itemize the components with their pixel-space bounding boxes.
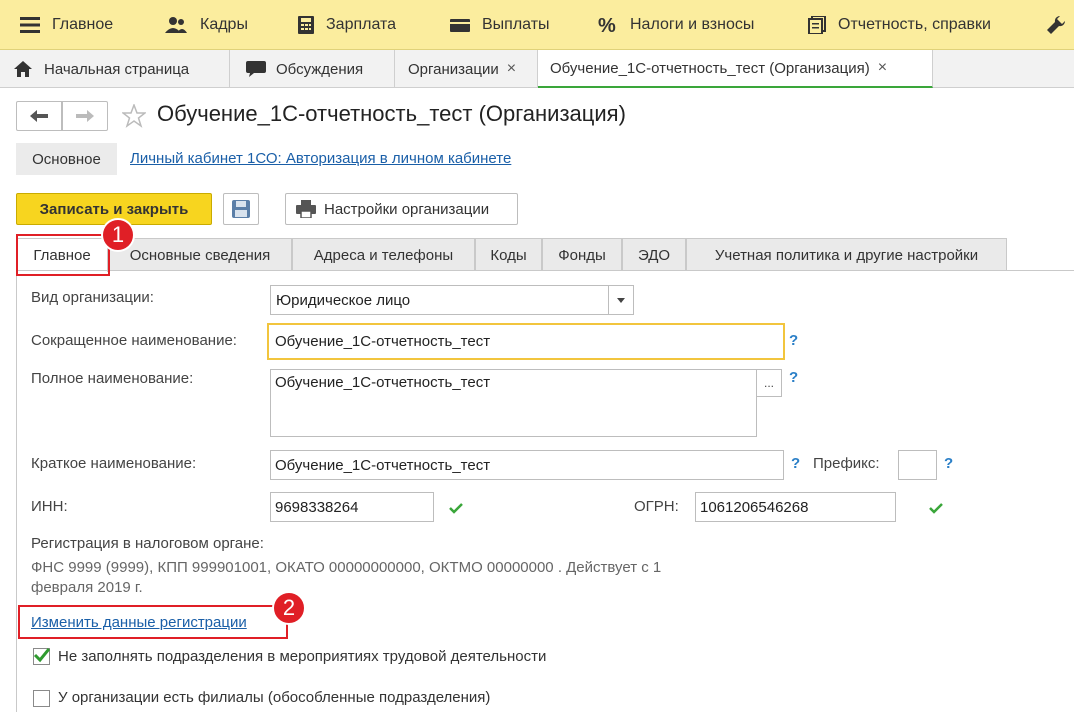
main-menu-bar: Главное Кадры Зарплата Выплаты % Налоги …: [0, 0, 1074, 50]
tab-accounting-policy[interactable]: Учетная политика и другие настройки: [686, 238, 1007, 271]
org-type-label: Вид организации:: [31, 289, 154, 306]
prefix-label: Префикс:: [813, 455, 880, 472]
brief-name-value: Обучение_1С-отчетность_тест: [275, 456, 491, 474]
chat-icon: [246, 61, 266, 77]
menu-item-label: Главное: [52, 16, 114, 33]
valid-check-icon: [929, 503, 943, 514]
prefix-input[interactable]: [898, 450, 937, 480]
tab-discussions[interactable]: Обсуждения: [230, 50, 395, 88]
menu-item-salary[interactable]: Зарплата: [298, 0, 396, 50]
floppy-disk-icon: [232, 200, 250, 218]
tab-label: Обсуждения: [276, 60, 364, 78]
home-icon: [14, 61, 32, 77]
checkbox-has-branches[interactable]: [33, 690, 50, 707]
short-name-label: Сокращенное наименование:: [31, 332, 237, 349]
reports-icon: [808, 16, 826, 34]
menu-item-reports[interactable]: Отчетность, справки: [808, 0, 991, 50]
registration-details: ФНС 9999 (9999), КПП 999901001, ОКАТО 00…: [31, 558, 761, 598]
arrow-right-icon: [76, 110, 94, 122]
printer-icon: [296, 200, 316, 218]
full-name-textarea[interactable]: Обучение_1С-отчетность_тест: [270, 369, 757, 437]
checkbox-label: Не заполнять подразделения в мероприятия…: [58, 648, 547, 665]
users-icon: [165, 17, 187, 33]
registration-label: Регистрация в налоговом органе:: [31, 535, 264, 552]
tab-divider: [16, 270, 1074, 271]
inn-label: ИНН:: [31, 498, 68, 515]
checkbox-label: У организации есть филиалы (обособленные…: [58, 689, 491, 706]
page-title: Обучение_1С-отчетность_тест (Организация…: [157, 101, 626, 126]
tab-label: Организации: [408, 60, 499, 78]
org-type-select[interactable]: Юридическое лицо: [270, 285, 634, 315]
star-icon[interactable]: [122, 104, 146, 128]
help-icon[interactable]: ?: [789, 332, 798, 349]
highlight-box-change-link: [18, 605, 288, 639]
wrench-icon: [1047, 15, 1066, 35]
menu-item-label: Отчетность, справки: [838, 16, 991, 33]
nav-main-section[interactable]: Основное: [16, 143, 117, 175]
open-windows-bar: Начальная страница Обсуждения Организаци…: [0, 50, 1074, 88]
close-icon[interactable]: ×: [878, 59, 887, 77]
ogrn-value: 1061206546268: [700, 498, 809, 516]
menu-item-label: Налоги и взносы: [630, 16, 755, 33]
inn-input[interactable]: 9698338264: [270, 492, 434, 522]
menu-item-payments[interactable]: Выплаты: [450, 0, 550, 50]
arrow-left-icon: [30, 110, 48, 122]
menu-item-label: Кадры: [200, 16, 248, 33]
checkbox-no-subdivisions[interactable]: [33, 648, 50, 665]
back-button[interactable]: [16, 101, 62, 131]
short-name-input[interactable]: Обучение_1С-отчетность_тест: [267, 323, 785, 360]
svg-text:%: %: [598, 16, 616, 34]
organization-settings-button[interactable]: Настройки организации: [285, 193, 518, 225]
wallet-icon: [450, 19, 470, 32]
percent-icon: %: [598, 16, 616, 34]
full-name-value: Обучение_1С-отчетность_тест: [275, 374, 491, 391]
highlight-box-tab-main: [16, 234, 110, 276]
menu-item-staff[interactable]: Кадры: [164, 0, 248, 50]
full-name-label: Полное наименование:: [31, 370, 194, 387]
tab-label: Обучение_1С-отчетность_тест (Организация…: [550, 59, 870, 77]
menu-item-taxes[interactable]: % Налоги и взносы: [598, 0, 754, 50]
menu-item-label: Выплаты: [482, 16, 550, 33]
help-icon[interactable]: ?: [791, 455, 800, 472]
menu-item-admin[interactable]: [1046, 0, 1074, 50]
chevron-down-icon: [617, 297, 625, 303]
tab-addresses[interactable]: Адреса и телефоны: [292, 238, 475, 271]
checkmark-icon: [33, 648, 50, 663]
tab-codes[interactable]: Коды: [475, 238, 542, 271]
step-badge-2: 2: [272, 591, 306, 625]
help-icon[interactable]: ?: [789, 369, 798, 386]
forward-button[interactable]: [62, 101, 108, 131]
content-border: [16, 271, 17, 712]
close-icon[interactable]: ×: [507, 60, 516, 78]
dropdown-button[interactable]: [608, 286, 633, 314]
help-icon[interactable]: ?: [944, 455, 953, 472]
tab-edo[interactable]: ЭДО: [622, 238, 686, 271]
registration-line: ФНС 9999 (9999), КПП 999901001, ОКАТО 00…: [31, 559, 662, 576]
tab-organization-form[interactable]: Обучение_1С-отчетность_тест (Организация…: [538, 50, 933, 88]
menu-item-label: Зарплата: [326, 16, 397, 33]
short-name-value: Обучение_1С-отчетность_тест: [275, 333, 491, 350]
ogrn-input[interactable]: 1061206546268: [695, 492, 896, 522]
brief-name-label: Краткое наименование:: [31, 455, 197, 472]
org-type-value: Юридическое лицо: [276, 291, 411, 309]
personal-cabinet-link[interactable]: Личный кабинет 1СО: Авторизация в личном…: [130, 150, 511, 167]
calculator-icon: [298, 16, 314, 34]
open-editor-button[interactable]: ...: [756, 369, 782, 397]
tab-organizations[interactable]: Организации ×: [395, 50, 538, 88]
menu-item-main[interactable]: Главное: [20, 0, 113, 50]
tab-funds[interactable]: Фонды: [542, 238, 622, 271]
hamburger-icon: [20, 17, 40, 33]
settings-label: Настройки организации: [324, 200, 490, 218]
save-button[interactable]: [223, 193, 259, 225]
tab-home[interactable]: Начальная страница: [0, 50, 230, 88]
registration-line: февраля 2019 г.: [31, 579, 143, 596]
tab-label: Начальная страница: [44, 60, 190, 78]
step-badge-1: 1: [101, 218, 135, 252]
valid-check-icon: [449, 503, 463, 514]
inn-value: 9698338264: [275, 498, 359, 516]
brief-name-input[interactable]: Обучение_1С-отчетность_тест: [270, 450, 784, 480]
ogrn-label: ОГРН:: [634, 498, 679, 515]
tab-basic-info[interactable]: Основные сведения: [108, 238, 292, 271]
